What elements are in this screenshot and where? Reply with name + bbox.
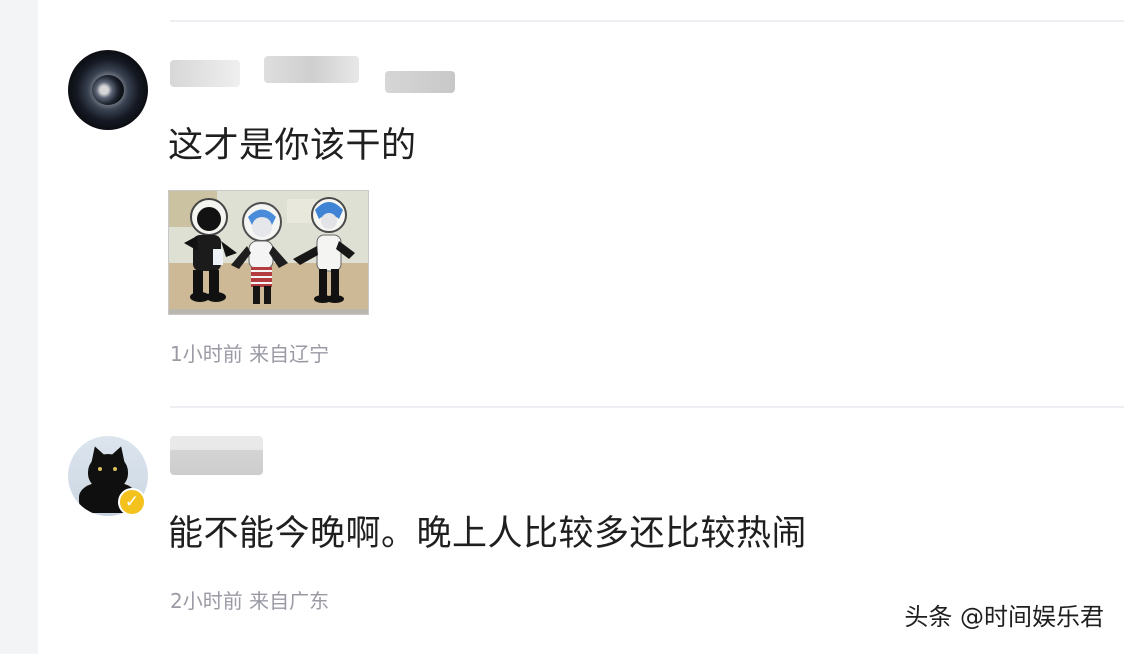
top-divider <box>170 20 1124 22</box>
comment-meta: 1小时前 来自辽宁 <box>170 342 330 366</box>
comment-divider <box>170 406 1124 408</box>
cat-eye <box>98 467 102 471</box>
username-blur <box>264 56 359 83</box>
username-blur <box>170 436 263 475</box>
username-blur <box>385 71 455 93</box>
avatar[interactable] <box>68 50 148 130</box>
username-blur <box>170 60 240 87</box>
comment-meta: 2小时前 来自广东 <box>170 589 330 613</box>
comment-panel <box>38 0 1124 654</box>
watermark: 头条 @时间娱乐君 <box>904 603 1104 631</box>
comment-text: 这才是你该干的 <box>168 126 417 166</box>
comment-text: 能不能今晚啊。晚上人比较多还比较热闹 <box>168 514 808 554</box>
cartoon-image <box>169 191 368 314</box>
cat-eye <box>113 467 117 471</box>
comment-image[interactable] <box>168 190 369 315</box>
verified-badge-icon: ✓ <box>118 488 146 516</box>
